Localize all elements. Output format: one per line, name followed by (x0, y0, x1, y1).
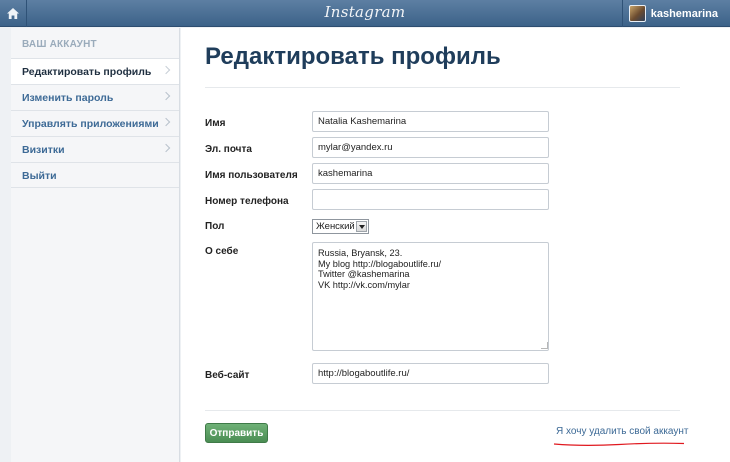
username-input[interactable] (312, 163, 549, 184)
sidebar-item-label: Изменить пароль (22, 92, 114, 104)
account-sidebar: ВАШ АККАУНТ Редактировать профиль Измени… (11, 28, 180, 462)
username-field-label: Имя пользователя (205, 170, 298, 181)
chevron-right-icon (161, 91, 171, 101)
website-label: Веб-сайт (205, 370, 250, 381)
chevron-right-icon (161, 65, 171, 75)
sidebar-item-label: Редактировать профиль (22, 66, 152, 78)
sidebar-item-label: Выйти (22, 170, 57, 182)
red-annotation-underline (553, 442, 685, 446)
gender-select-value: Женский (316, 221, 355, 232)
name-label: Имя (205, 118, 226, 129)
sidebar-item-edit-profile[interactable]: Редактировать профиль (11, 58, 179, 84)
chevron-right-icon (161, 143, 171, 153)
sidebar-item-label: Визитки (22, 144, 65, 156)
email-label: Эл. почта (205, 144, 252, 155)
top-navigation-bar: Instagram kashemarina (0, 0, 730, 27)
bio-textarea[interactable]: Russia, Bryansk, 23. My blog http://blog… (312, 242, 549, 351)
email-input[interactable] (312, 137, 549, 158)
bio-label: О себе (205, 246, 239, 257)
phone-input[interactable] (312, 189, 549, 210)
chevron-right-icon (161, 117, 171, 127)
edit-profile-panel: Редактировать профиль Имя Эл. почта Имя … (181, 28, 730, 462)
instagram-logo[interactable]: Instagram (0, 3, 730, 21)
name-input[interactable] (312, 111, 549, 132)
username-label: kashemarina (650, 7, 718, 20)
page-title: Редактировать профиль (205, 43, 501, 70)
avatar (628, 5, 646, 22)
website-input[interactable] (312, 363, 549, 384)
dropdown-arrow-icon[interactable] (356, 221, 367, 232)
gender-select[interactable]: Женский (312, 219, 369, 234)
sidebar-item-badges[interactable]: Визитки (11, 136, 179, 162)
sidebar-heading: ВАШ АККАУНТ (22, 39, 97, 50)
divider (205, 410, 680, 411)
sidebar-item-change-password[interactable]: Изменить пароль (11, 84, 179, 110)
submit-button[interactable]: Отправить (205, 423, 268, 443)
sidebar-item-label: Управлять приложениями (22, 118, 159, 130)
gender-label: Пол (205, 221, 225, 232)
delete-account-link[interactable]: Я хочу удалить свой аккаунт (556, 426, 688, 437)
sidebar-item-logout[interactable]: Выйти (11, 162, 179, 188)
textarea-resize-handle[interactable] (541, 342, 548, 349)
user-menu[interactable]: kashemarina (621, 0, 730, 27)
phone-label: Номер телефона (205, 196, 289, 207)
divider (205, 87, 680, 88)
sidebar-item-manage-apps[interactable]: Управлять приложениями (11, 110, 179, 136)
